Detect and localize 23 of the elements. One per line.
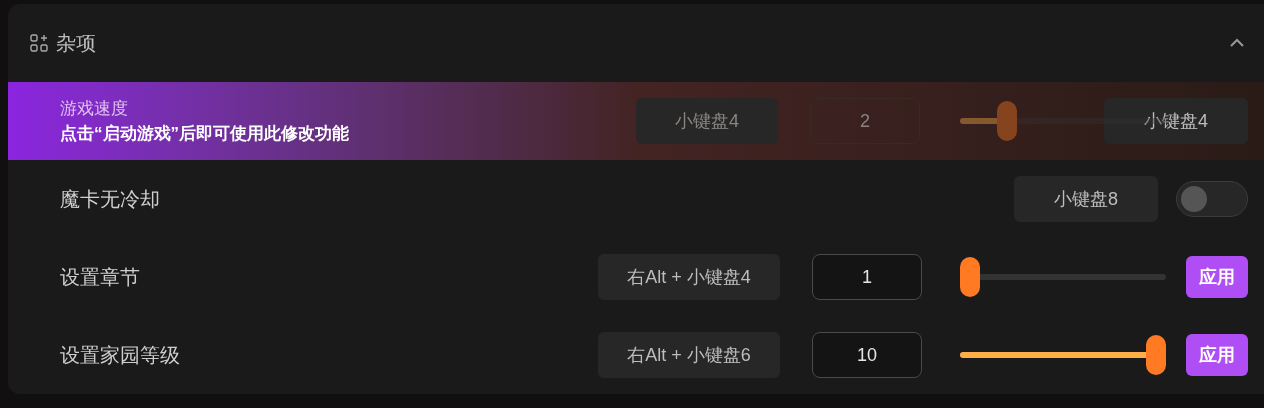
notice-text: 点击“启动游戏”后即可使用此修改功能	[60, 123, 350, 145]
hotkey-button[interactable]: 右Alt + 小键盘6	[598, 332, 780, 378]
slider-thumb[interactable]	[997, 101, 1018, 141]
slider-thumb[interactable]	[960, 257, 980, 297]
value-input[interactable]: 1	[812, 254, 922, 300]
apply-button[interactable]: 应用	[1186, 256, 1248, 298]
row-label: 设置章节	[59, 265, 141, 290]
slider[interactable]	[960, 335, 1166, 375]
row-label: 魔卡无冷却	[59, 187, 161, 212]
slider-thumb[interactable]	[1146, 335, 1166, 375]
hotkey-button[interactable]: 小键盘4	[636, 98, 778, 144]
hotkey-button[interactable]: 右Alt + 小键盘4	[598, 254, 780, 300]
apply-button[interactable]: 应用	[1186, 334, 1248, 376]
value-input[interactable]: 10	[812, 332, 922, 378]
apps-icon	[30, 34, 48, 52]
value-input[interactable]: 2	[810, 98, 920, 144]
row-label: 游戏速度	[60, 97, 129, 120]
row-label: 设置家园等级	[59, 343, 181, 368]
slider[interactable]	[960, 257, 1166, 297]
hotkey-button[interactable]: 小键盘4	[1104, 98, 1248, 144]
section-title: 杂项	[56, 31, 96, 56]
hotkey-button[interactable]: 小键盘8	[1014, 176, 1158, 222]
toggle-switch[interactable]	[1176, 181, 1248, 217]
